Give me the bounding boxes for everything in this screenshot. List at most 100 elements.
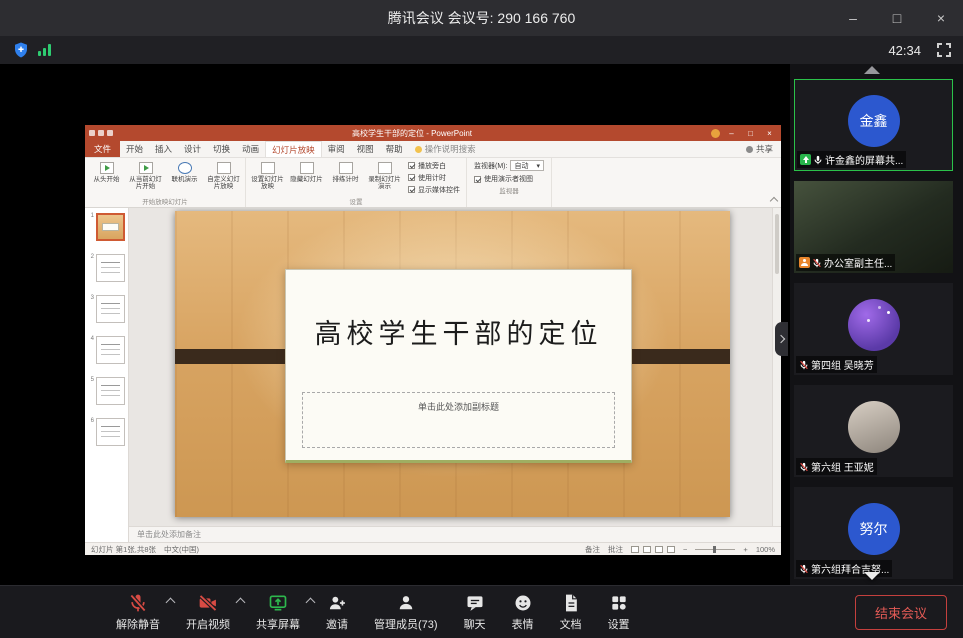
toolbar-share-screen[interactable]: 共享屏幕 <box>256 592 300 632</box>
scroll-up-icon <box>864 66 880 74</box>
slideshow-view-icon[interactable] <box>667 546 675 553</box>
fullscreen-icon[interactable] <box>937 43 951 57</box>
ppt-tab-slideshow[interactable]: 幻灯片放映 <box>265 141 322 157</box>
scroll-down-icon <box>864 572 880 580</box>
scroll-up-button[interactable] <box>790 66 953 74</box>
participant-tile[interactable]: 办公室副主任... <box>794 181 953 273</box>
ppt-tab-view[interactable]: 视图 <box>351 141 380 157</box>
slide-thumbnail-3[interactable]: 3 <box>88 295 125 323</box>
network-signal-icon[interactable] <box>38 44 51 56</box>
slide-subtitle-placeholder[interactable]: 单击此处添加副标题 <box>302 392 615 448</box>
members-icon <box>396 593 416 613</box>
ribbon-present-online-button[interactable]: 联机演示 <box>166 160 203 195</box>
ppt-status-bar: 幻灯片 第1张,共8张 中文(中国) 备注 批注 − + 100% <box>85 542 781 555</box>
ppt-close-button[interactable]: × <box>762 129 777 138</box>
slide-sorter-view-icon[interactable] <box>643 546 651 553</box>
participant-tile[interactable]: 第四组 吴晓芳 <box>794 283 953 375</box>
close-button[interactable]: × <box>919 0 963 36</box>
presenter-view-checkbox[interactable]: 使用演示者视图 <box>474 174 544 184</box>
ppt-minimize-button[interactable]: – <box>724 129 739 138</box>
participant-label: 办公室副主任... <box>796 254 895 271</box>
chevron-up-icon[interactable] <box>306 598 316 608</box>
ribbon-rehearse-timings-button[interactable]: 排练计时 <box>327 160 364 195</box>
ribbon-record-slideshow-button[interactable]: 录制幻灯片演示 <box>366 160 403 195</box>
checkbox-icon <box>474 176 481 183</box>
slide-thumbnail-2[interactable]: 2 <box>88 254 125 282</box>
slideshow-icon[interactable] <box>107 130 113 136</box>
ppt-tell-me[interactable]: 操作说明搜索 <box>409 141 482 157</box>
show-media-controls-checkbox[interactable]: 显示媒体控件 <box>408 185 460 195</box>
ribbon-setup-slideshow-button[interactable]: 设置幻灯片放映 <box>249 160 286 195</box>
participant-tile-sharing[interactable]: 金鑫 许金鑫的屏幕共... <box>794 79 953 171</box>
slide-thumbnail-4[interactable]: 4 <box>88 336 125 364</box>
collapse-ribbon-icon[interactable] <box>770 197 778 205</box>
end-meeting-button[interactable]: 结束会议 <box>855 595 947 630</box>
screen-share-icon <box>800 154 811 165</box>
scroll-down-button[interactable] <box>790 572 953 580</box>
toolbar-unmute[interactable]: 解除静音 <box>116 592 160 632</box>
security-shield-icon[interactable] <box>12 41 30 59</box>
ribbon-hide-slide-button[interactable]: 隐藏幻灯片 <box>288 160 325 195</box>
ppt-tab-home[interactable]: 开始 <box>120 141 149 157</box>
undo-icon[interactable] <box>98 130 104 136</box>
maximize-button[interactable]: □ <box>875 0 919 36</box>
ppt-maximize-button[interactable]: □ <box>743 129 758 138</box>
toolbar-chat[interactable]: 聊天 <box>464 592 486 632</box>
sidebar-collapse-handle[interactable] <box>775 322 788 356</box>
play-narrations-checkbox[interactable]: 播放旁白 <box>408 161 460 171</box>
ppt-tab-animations[interactable]: 动画 <box>236 141 265 157</box>
canvas-scrollbar[interactable] <box>772 208 781 526</box>
meeting-timer: 42:34 <box>888 43 921 58</box>
use-timings-checkbox[interactable]: 使用计时 <box>408 173 460 183</box>
mic-muted-icon <box>799 462 809 472</box>
ppt-tab-transitions[interactable]: 切换 <box>207 141 236 157</box>
slide-thumbnail-1[interactable]: 1 <box>88 213 125 241</box>
participant-tile[interactable]: 努尔 第六组拜合吉努... <box>794 487 953 579</box>
slide-thumbnail-6[interactable]: 6 <box>88 418 125 446</box>
ribbon-from-beginning-button[interactable]: 从头开始 <box>88 160 125 195</box>
minimize-button[interactable]: – <box>831 0 875 36</box>
shared-screen-stage: 高校学生干部的定位 - PowerPoint – □ × 文件 开始 插入 设计… <box>0 64 790 585</box>
ppt-tab-help[interactable]: 帮助 <box>380 141 409 157</box>
toolbar-emoji[interactable]: 表情 <box>512 592 534 632</box>
monitor-dropdown[interactable]: 自动 ▾ <box>510 160 544 171</box>
toolbar-invite[interactable]: 邀请 <box>326 592 348 632</box>
ppt-tab-review[interactable]: 审阅 <box>322 141 351 157</box>
zoom-level[interactable]: 100% <box>756 545 775 554</box>
ppt-user-avatar[interactable] <box>711 129 720 138</box>
zoom-out-button[interactable]: − <box>683 545 687 554</box>
toolbar-members[interactable]: 管理成员(73) <box>374 592 438 632</box>
ppt-tab-file[interactable]: 文件 <box>85 141 120 157</box>
toolbar-camera[interactable]: 开启视频 <box>186 592 230 632</box>
participant-tile[interactable]: 第六组 王亚妮 <box>794 385 953 477</box>
notes-toggle-button[interactable]: 备注 <box>585 544 600 555</box>
play-from-current-icon <box>139 162 153 174</box>
notes-pane[interactable]: 单击此处添加备注 <box>129 526 781 542</box>
reading-view-icon[interactable] <box>655 546 663 553</box>
ribbon-custom-slideshow-button[interactable]: 自定义幻灯片放映 <box>205 160 242 195</box>
chevron-up-icon[interactable] <box>166 598 176 608</box>
ppt-tab-design[interactable]: 设计 <box>178 141 207 157</box>
ribbon-group-setup: 设置幻灯片放映 隐藏幻灯片 排练计时 录制幻灯片演示 <box>246 158 467 207</box>
zoom-in-button[interactable]: + <box>743 545 747 554</box>
checkbox-icon <box>408 174 415 181</box>
toolbar-docs[interactable]: 文档 <box>560 592 582 632</box>
save-icon[interactable] <box>89 130 95 136</box>
slide-title-card[interactable]: 高校学生干部的定位 单击此处添加副标题 <box>285 269 632 463</box>
current-slide[interactable]: 高校学生干部的定位 单击此处添加副标题 <box>175 211 730 517</box>
toolbar-settings[interactable]: 设置 <box>608 592 630 632</box>
slide-title[interactable]: 高校学生干部的定位 <box>286 270 631 392</box>
ppt-tab-insert[interactable]: 插入 <box>149 141 178 157</box>
ribbon-from-current-button[interactable]: 从当前幻灯片开始 <box>127 160 164 195</box>
slide-thumbnail-5[interactable]: 5 <box>88 377 125 405</box>
ppt-share-button[interactable]: 共享 <box>738 141 781 157</box>
host-badge-icon <box>799 257 810 268</box>
comments-toggle-button[interactable]: 批注 <box>608 544 623 555</box>
zoom-slider[interactable] <box>695 549 735 550</box>
slide-canvas[interactable]: 高校学生干部的定位 单击此处添加副标题 <box>129 208 781 526</box>
globe-icon <box>178 162 192 174</box>
chevron-up-icon[interactable] <box>236 598 246 608</box>
normal-view-icon[interactable] <box>631 546 639 553</box>
language-indicator[interactable]: 中文(中国) <box>164 544 199 555</box>
quick-access-toolbar[interactable] <box>89 130 113 136</box>
